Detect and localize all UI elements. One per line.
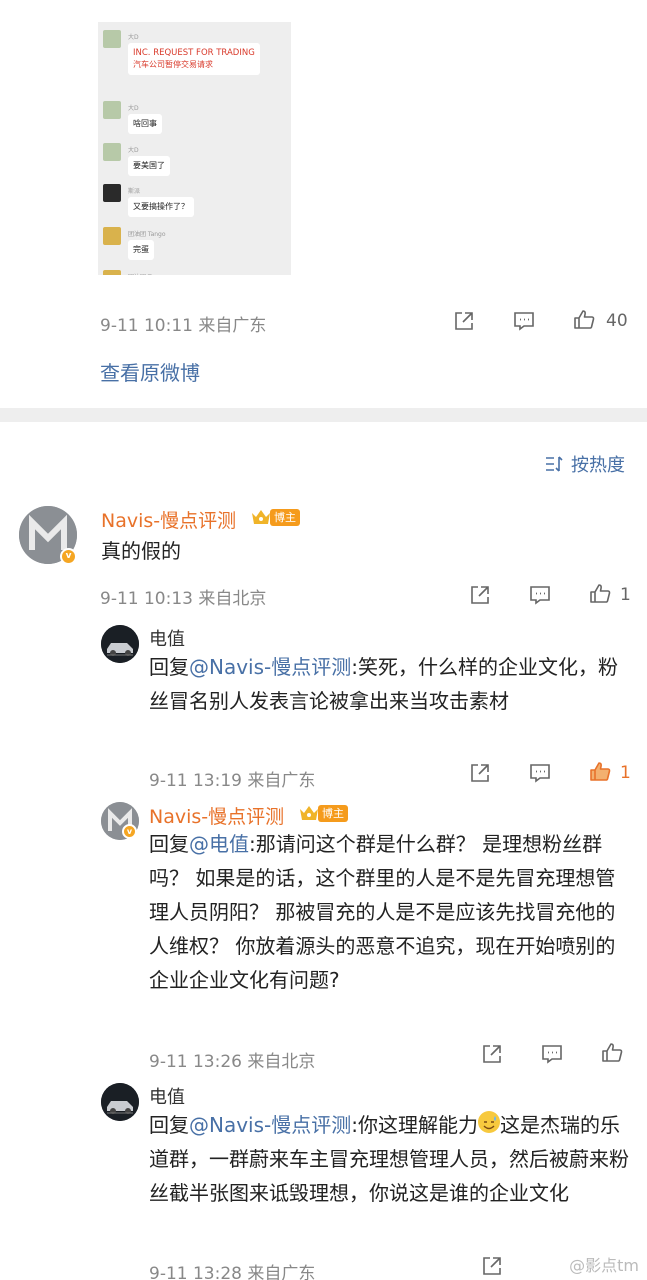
comment-icon[interactable]: [528, 583, 552, 607]
comment-meta: 9-11 13:28 来自广东: [149, 1259, 315, 1280]
section-divider: [0, 408, 647, 422]
chat-bubble-line: 完蛋: [133, 245, 149, 254]
chat-sender-name: 大D: [128, 147, 139, 154]
chat-sender-name: 大D: [128, 34, 139, 41]
chat-avatar: [103, 30, 121, 48]
comment-time: 9-11 10:13: [100, 589, 193, 609]
comment-source: 来自广东: [247, 771, 316, 791]
share-icon[interactable]: [468, 761, 492, 785]
avatar[interactable]: [101, 625, 139, 663]
chat-sender-name: 团油团 Tango: [128, 272, 166, 275]
reply-text: 回复@Navis-慢点评测:笑死，什么样的企业文化，粉丝冒名别人发表言论被拿出来…: [149, 650, 634, 718]
chat-bubble-line: 汽车公司暂停交易请求: [133, 60, 213, 70]
car-icon: [101, 625, 139, 663]
like-count: 1: [620, 585, 631, 605]
post-time: 9-11 10:11: [100, 316, 193, 336]
chat-bubble: INC. REQUEST FOR TRADING 汽车公司暂停交易请求: [128, 43, 260, 75]
share-icon[interactable]: [452, 309, 476, 333]
mention-link[interactable]: @Navis-慢点评测: [189, 1113, 351, 1137]
reply-text: 回复@电值:那请问这个群是什么群？ 是理想粉丝群吗？ 如果是的话，这个群里的人是…: [149, 827, 634, 997]
reply-body: :那请问这个群是什么群？ 是理想粉丝群吗？ 如果是的话，这个群里的人是不是先冒充…: [149, 832, 616, 992]
chat-bubble: 啥回事: [128, 114, 162, 134]
like-icon[interactable]: [572, 308, 596, 332]
comment-icon[interactable]: [528, 761, 552, 785]
crown-icon: [252, 510, 270, 524]
chat-sender-name: 大D: [128, 105, 139, 112]
chat-bubble-line: 啥回事: [133, 119, 157, 128]
chat-bubble-line: 又要搞操作了？: [133, 202, 189, 211]
blogger-badge: 博主: [250, 507, 300, 527]
comment-meta: 9-11 13:26 来自北京: [149, 1047, 315, 1072]
car-icon: [101, 1083, 139, 1121]
reply-prefix: 回复: [149, 655, 189, 679]
blogger-badge: 博主: [298, 803, 348, 823]
chat-sender-name: 团油团 Tango: [128, 231, 166, 238]
chat-bubble: 完蛋: [128, 240, 154, 260]
reply-prefix: 回复: [149, 1113, 189, 1137]
like-count: 1: [620, 763, 631, 783]
chat-screenshot-image[interactable]: 大D INC. REQUEST FOR TRADING 汽车公司暂停交易请求 大D 啥回…: [98, 22, 291, 275]
chat-bubble-line: INC. REQUEST FOR TRADING: [133, 48, 255, 58]
comment-time: 9-11 13:26: [149, 1052, 242, 1072]
chat-avatar: [103, 143, 121, 161]
liked-icon[interactable]: [588, 760, 612, 784]
comment-source: 来自广东: [247, 1264, 316, 1280]
share-icon[interactable]: [480, 1254, 504, 1278]
comment-meta: 9-11 13:19 来自广东: [149, 766, 315, 791]
comment-icon[interactable]: [540, 1042, 564, 1066]
chat-avatar: [103, 270, 121, 275]
crown-icon: [300, 806, 318, 820]
share-icon[interactable]: [480, 1042, 504, 1066]
share-icon[interactable]: [468, 583, 492, 607]
chat-sender-name: 斯派: [128, 188, 141, 195]
like-count: 40: [606, 311, 628, 331]
blogger-tag: 博主: [270, 508, 300, 526]
blogger-tag: 博主: [318, 804, 348, 822]
comment-text: 真的假的: [101, 539, 181, 563]
sweat-smile-emoji-icon: [478, 1111, 500, 1133]
comment-source: 来自北京: [198, 589, 267, 609]
comment-time: 9-11 13:19: [149, 771, 242, 791]
sort-label: 按热度: [571, 455, 625, 476]
post-source: 来自广东: [198, 316, 267, 336]
watermark: @影点tm: [569, 1256, 639, 1275]
commenter-name[interactable]: Navis-慢点评测: [101, 506, 236, 533]
original-post: 大D INC. REQUEST FOR TRADING 汽车公司暂停交易请求 大D 啥回…: [0, 0, 647, 408]
verified-icon: v: [60, 548, 77, 565]
chat-bubble-line: 要美国了: [133, 161, 165, 170]
like-icon[interactable]: [600, 1041, 624, 1065]
chat-bubble: 要美国了: [128, 156, 170, 176]
sort-by-hot-button[interactable]: 按热度: [545, 451, 625, 477]
comment-icon[interactable]: [512, 309, 536, 333]
verified-icon: v: [122, 824, 137, 839]
reply-prefix: 回复: [149, 832, 189, 856]
avatar[interactable]: [101, 1083, 139, 1121]
like-icon[interactable]: [588, 582, 612, 606]
mention-link[interactable]: @Navis-慢点评测: [189, 655, 351, 679]
commenter-name[interactable]: Navis-慢点评测: [149, 802, 284, 829]
commenter-name[interactable]: 电值: [149, 1083, 185, 1109]
comment-source: 来自北京: [247, 1052, 316, 1072]
chat-avatar: [103, 227, 121, 245]
chat-avatar: [103, 184, 121, 202]
commenter-name[interactable]: 电值: [149, 625, 185, 651]
mention-link[interactable]: @电值: [189, 832, 249, 856]
comment-meta: 9-11 10:13 来自北京: [100, 584, 266, 609]
reply-body-a: :你这理解能力: [351, 1113, 478, 1137]
reply-text: 回复@Navis-慢点评测:你这理解能力 这是杰瑞的乐道群，一群蔚来车主冒充理想管…: [149, 1108, 634, 1210]
sort-icon: [546, 456, 563, 472]
chat-avatar: [103, 101, 121, 119]
chat-bubble: 又要搞操作了？: [128, 197, 194, 217]
post-meta: 9-11 10:11 来自广东: [100, 311, 266, 336]
comment-time: 9-11 13:28: [149, 1264, 242, 1280]
view-original-link[interactable]: 查看原微博: [100, 357, 200, 386]
